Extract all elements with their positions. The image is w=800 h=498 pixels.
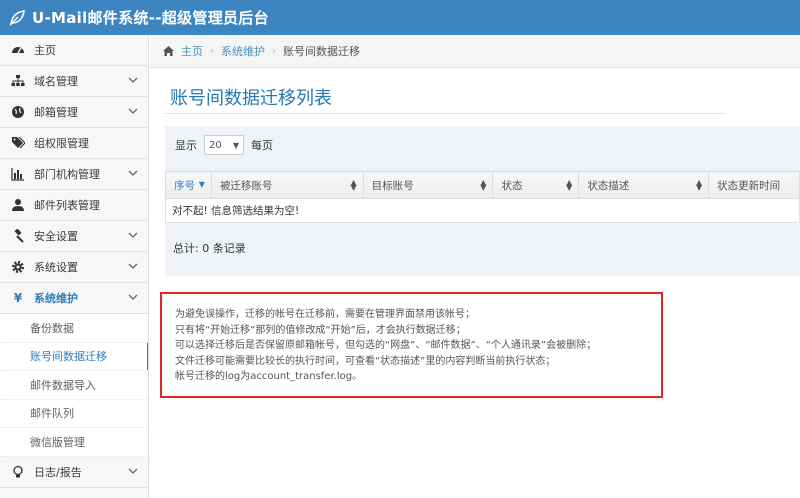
- submenu-item-account-migration[interactable]: 账号间数据迁移: [0, 342, 148, 371]
- page-length-select[interactable]: 20 ▼: [204, 135, 244, 155]
- chevron-down-icon: [128, 468, 138, 474]
- yen-icon: ¥: [13, 291, 23, 305]
- sidebar: 主页 域名管理 邮箱管理 组权限管理 部门机构管理 邮件列表管理 安全设置 系统…: [0, 35, 149, 498]
- sitemap-icon: [10, 73, 26, 89]
- page-title: 账号间数据迁移列表: [170, 88, 332, 109]
- notice-line: 可以选择迁移后是否保留原邮箱帐号，但勾选的“网盘”、“邮件数据”、“个人通讯录”…: [175, 340, 597, 351]
- system-maintenance-submenu: 备份数据 账号间数据迁移 邮件数据导入 邮件队列 微信版管理: [0, 314, 148, 457]
- sidebar-item-security[interactable]: 安全设置: [0, 221, 148, 252]
- record-summary: 总计: 0 条记录: [173, 242, 246, 255]
- gear-icon: [10, 259, 26, 275]
- submenu-item-mail-import[interactable]: 邮件数据导入: [0, 371, 148, 400]
- page-length-value: 20: [209, 139, 222, 151]
- submenu-item-backup[interactable]: 备份数据: [0, 314, 148, 343]
- sidebar-item-mailbox[interactable]: 邮箱管理: [0, 97, 148, 128]
- table-header-row: 序号 ▼ 被迁移账号 ▲▼ 目标账号 ▲▼ 状态 ▲▼ 状态描述 ▲▼: [165, 171, 800, 199]
- sidebar-item-home[interactable]: 主页: [0, 35, 148, 66]
- chevron-down-icon: [128, 232, 138, 238]
- sidebar-item-logs[interactable]: 日志/报告: [0, 456, 148, 488]
- breadcrumb: 主页 › 系统维护 › 账号间数据迁移: [150, 35, 800, 68]
- breadcrumb-separator-icon: ›: [272, 45, 276, 57]
- page-length-control: 显示 20 ▼ 每页: [175, 135, 273, 155]
- migration-table: 序号 ▼ 被迁移账号 ▲▼ 目标账号 ▲▼ 状态 ▲▼ 状态描述 ▲▼: [165, 171, 800, 223]
- chevron-down-icon: [128, 263, 138, 269]
- sort-icon: ▲ ▼: [480, 178, 487, 192]
- breadcrumb-separator-icon: ›: [210, 45, 214, 57]
- sidebar-item-system-settings[interactable]: 系统设置: [0, 252, 148, 283]
- notice-line: 只有将“开始迁移”那列的值修改成“开始”后，才会执行数据迁移；: [175, 324, 466, 336]
- breadcrumb-home-link[interactable]: 主页: [181, 43, 203, 59]
- chevron-down-icon: [128, 77, 138, 83]
- notice-box: 为避免误操作，迁移的帐号在迁移前，需要在管理界面禁用该帐号； 只有将“开始迁移”…: [160, 292, 663, 398]
- column-header-status-update-time[interactable]: 状态更新时间: [708, 171, 800, 199]
- sidebar-item-mail-list[interactable]: 邮件列表管理: [0, 190, 148, 221]
- sidebar-item-group-permission[interactable]: 组权限管理: [0, 128, 148, 159]
- sort-icon: ▲ ▼: [566, 178, 573, 192]
- submenu-item-mail-queue[interactable]: 邮件队列: [0, 399, 148, 428]
- top-header: U-Mail邮件系统--超级管理员后台: [0, 0, 800, 35]
- tags-icon: [10, 135, 26, 151]
- dashboard-icon: [10, 42, 26, 58]
- column-header-source-account[interactable]: 被迁移账号 ▲ ▼: [210, 171, 364, 199]
- column-header-status-description[interactable]: 状态描述 ▲ ▼: [578, 171, 710, 199]
- home-icon: [162, 45, 175, 57]
- notice-line: 帐号迁移的log为account_transfer.log。: [175, 371, 363, 382]
- sort-icon: ▲ ▼: [350, 178, 357, 192]
- user-icon: [10, 197, 26, 213]
- breadcrumb-section-link[interactable]: 系统维护: [221, 43, 265, 59]
- chevron-down-icon: [128, 294, 138, 300]
- table-row: 对不起! 信息筛选结果为空!: [165, 198, 800, 223]
- app-title: U-Mail邮件系统--超级管理员后台: [32, 9, 269, 27]
- notice-line: 文件迁移可能需要比较长的执行时间，可查看“状态描述”里的内容判断当前执行状态；: [175, 355, 556, 367]
- caret-down-icon: ▼: [232, 140, 239, 150]
- sidebar-item-domain[interactable]: 域名管理: [0, 66, 148, 97]
- column-header-index[interactable]: 序号 ▼: [165, 171, 212, 199]
- submenu-item-wechat[interactable]: 微信版管理: [0, 428, 148, 457]
- column-header-status[interactable]: 状态 ▲ ▼: [492, 171, 580, 199]
- length-prefix-label: 显示: [175, 139, 197, 152]
- chevron-down-icon: [128, 170, 138, 176]
- leaf-icon: [8, 9, 26, 27]
- sort-icon: ▲ ▼: [695, 178, 703, 192]
- bar-chart-icon: [10, 166, 26, 182]
- page-divider: [165, 113, 725, 114]
- globe-icon: [10, 104, 26, 120]
- notice-line: 为避免误操作，迁移的帐号在迁移前，需要在管理界面禁用该帐号；: [175, 309, 475, 320]
- lightbulb-icon: [10, 464, 26, 480]
- column-header-target-account[interactable]: 目标账号 ▲ ▼: [362, 171, 494, 199]
- chevron-down-icon: [128, 108, 138, 114]
- sidebar-item-system-maintenance[interactable]: ¥ 系统维护: [0, 283, 148, 314]
- empty-result-message: 对不起! 信息筛选结果为空!: [165, 198, 800, 223]
- length-suffix-label: 每页: [251, 139, 273, 152]
- breadcrumb-current: 账号间数据迁移: [283, 45, 360, 58]
- sidebar-item-department[interactable]: 部门机构管理: [0, 159, 148, 190]
- gavel-icon: [10, 228, 26, 244]
- table-panel: 显示 20 ▼ 每页 序号 ▼ 被迁移账号 ▲ ▼ 目标账号 ▲ ▼ 状态 ▲ …: [165, 126, 800, 276]
- sort-desc-icon: ▼: [198, 180, 205, 189]
